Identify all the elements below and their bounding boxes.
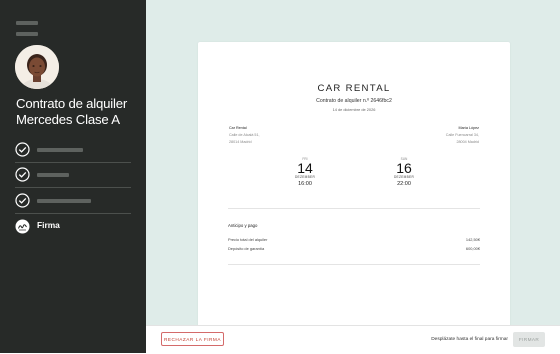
- signature-icon: [15, 219, 30, 234]
- lessor-address-line-2: 28014 Madrid: [229, 140, 252, 144]
- contract-page: CAR RENTAL Contrato de alquiler n.º 2646…: [198, 42, 510, 332]
- return-day: 16: [396, 160, 412, 176]
- logo-placeholder-bottom: [16, 32, 38, 36]
- return-datetime: SUN 16 DEZEMBER 22:00: [389, 157, 419, 188]
- section-divider: [228, 264, 480, 265]
- step-2-label-placeholder: [37, 173, 69, 177]
- scroll-hint: Desplázate hasta el final para firmar: [431, 337, 508, 342]
- step-signature[interactable]: Firma: [15, 216, 131, 238]
- step-1-label-placeholder: [37, 148, 83, 152]
- lessee-address-line-1: Calle Fuencarral 34,: [445, 133, 479, 137]
- sign-button[interactable]: FIRMAR: [513, 332, 545, 347]
- step-3[interactable]: [15, 190, 131, 212]
- avatar-image: [15, 45, 59, 89]
- document-title: Contrato de alquiler Mercedes Clase A: [16, 96, 141, 128]
- deposit-label: Depósito de garantía: [228, 246, 265, 251]
- check-circle-icon: [15, 193, 30, 208]
- sidebar: Contrato de alquiler Mercedes Clase A Fi…: [0, 0, 146, 353]
- lessee-name: María López: [458, 126, 480, 130]
- total-price-row: Precio total del alquiler 142,50€: [228, 237, 480, 245]
- document-title-line-1: Contrato de alquiler: [16, 96, 128, 111]
- step-3-label-placeholder: [37, 199, 91, 203]
- total-price-label: Precio total del alquiler: [228, 237, 268, 242]
- pickup-day: 14: [297, 160, 313, 176]
- step-divider: [15, 162, 131, 163]
- lessor-block: Car Rental Calle de Alcalá 51, 28014 Mad…: [229, 125, 260, 146]
- lessor-name: Car Rental: [229, 126, 247, 130]
- deposit-value: 600,00€: [465, 246, 480, 251]
- payment-section-title: Anticipo y pago: [228, 223, 258, 228]
- return-time: 22:00: [397, 181, 411, 187]
- contract-number: Contrato de alquiler n.º 2646fbc2: [316, 98, 392, 104]
- section-divider: [228, 208, 480, 209]
- step-divider: [15, 213, 131, 214]
- step-divider: [15, 187, 131, 188]
- check-circle-icon: [15, 142, 30, 157]
- document-title-line-2: Mercedes Clase A: [16, 112, 120, 127]
- avatar: [15, 45, 59, 89]
- pickup-time: 16:00: [298, 181, 312, 187]
- signature-footer: RECHAZAR LA FIRMA Desplázate hasta el fi…: [146, 325, 560, 354]
- contract-date: 14 de diciembre de 2026: [332, 107, 376, 112]
- reject-signature-button[interactable]: RECHAZAR LA FIRMA: [161, 332, 224, 346]
- company-title: CAR RENTAL: [317, 83, 391, 94]
- step-1[interactable]: [15, 139, 131, 161]
- check-circle-icon: [15, 167, 30, 182]
- lessor-address-line-1: Calle de Alcalá 51,: [229, 133, 260, 137]
- logo-placeholder-top: [16, 21, 38, 25]
- total-price-value: 142,50€: [465, 237, 480, 242]
- step-signature-label: Firma: [37, 220, 60, 230]
- deposit-row: Depósito de garantía 600,00€: [228, 246, 480, 254]
- step-2[interactable]: [15, 164, 131, 186]
- lessee-address-line-2: 28004 Madrid: [456, 140, 479, 144]
- document-viewer[interactable]: CAR RENTAL Contrato de alquiler n.º 2646…: [146, 0, 560, 353]
- pickup-datetime: FRI 14 DEZEMBER 16:00: [290, 157, 320, 188]
- lessee-block: María López Calle Fuencarral 34, 28004 M…: [446, 125, 479, 146]
